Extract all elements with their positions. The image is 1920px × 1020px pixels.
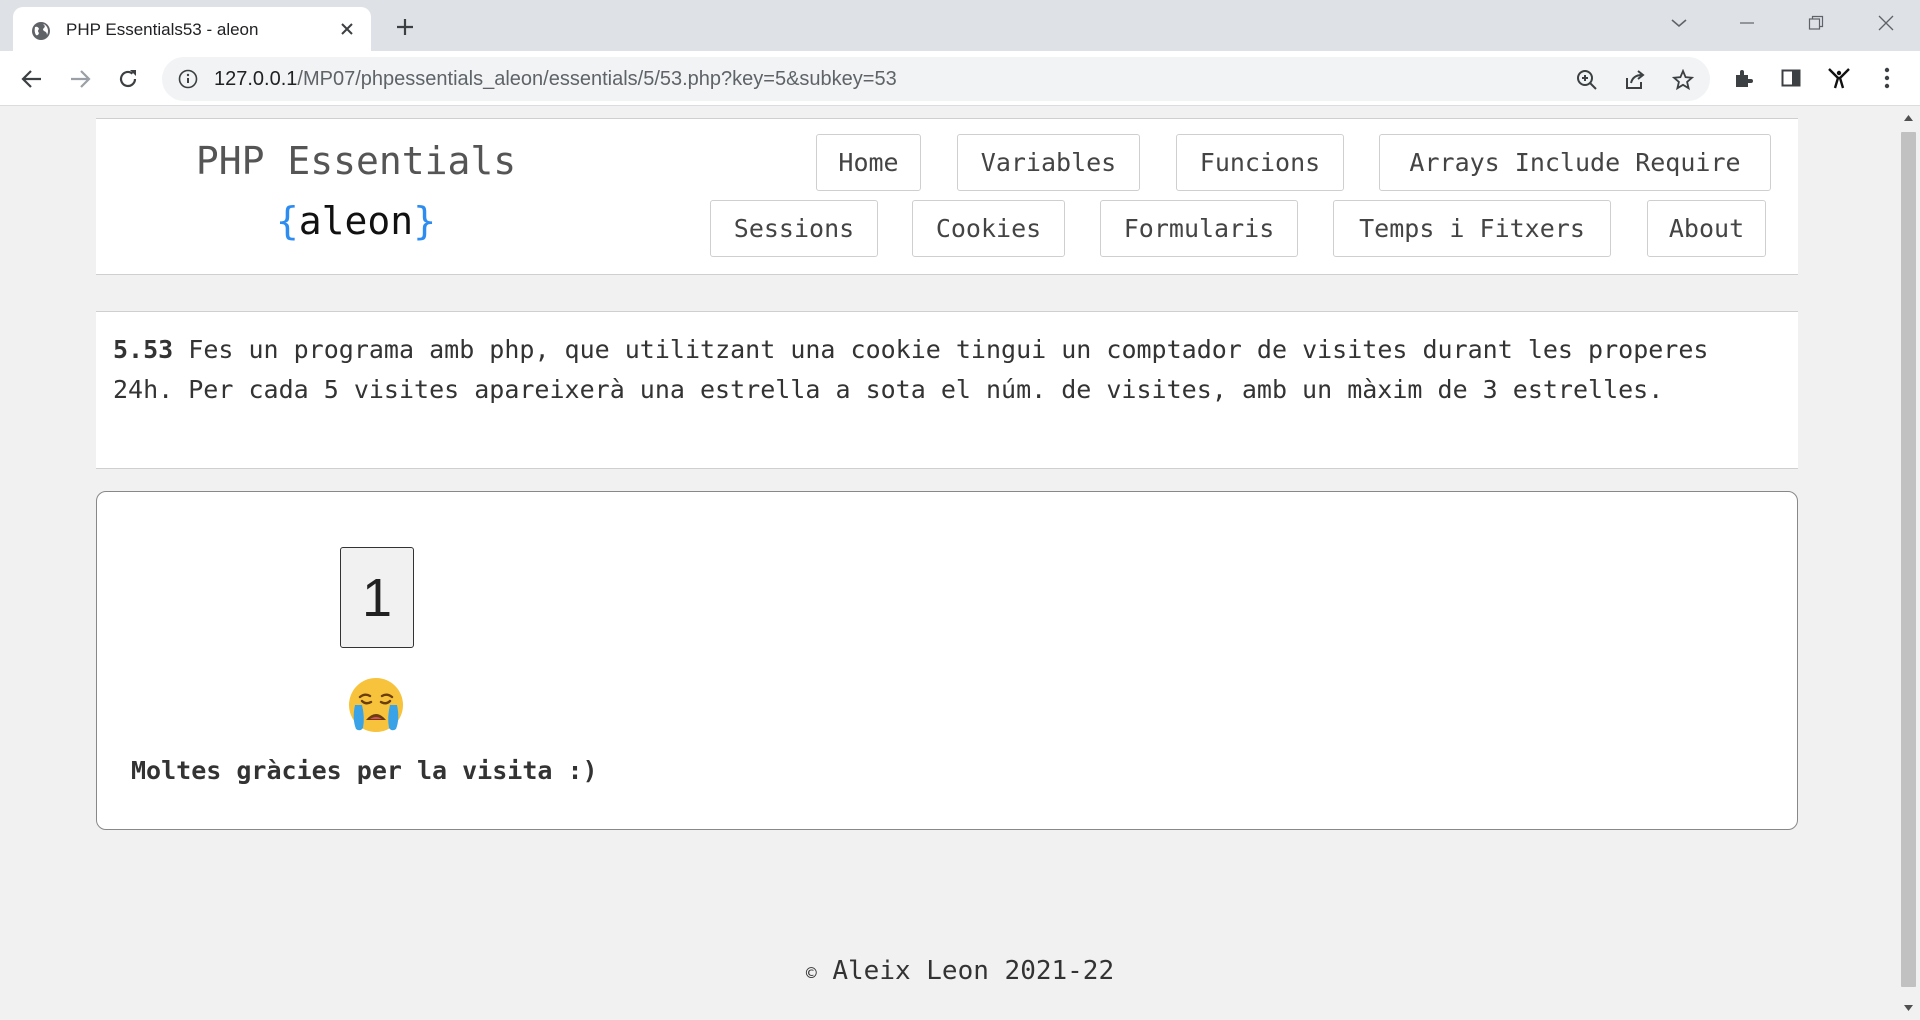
active-tab[interactable]: PHP Essentials53 - aleon [13,7,371,51]
result-panel: 1 Moltes gràcies per la visita :) [96,491,1798,830]
page-footer: © Aleix Leon 2021-22 [0,956,1897,986]
minimize-button[interactable] [1727,6,1767,40]
site-header: PHP Essentials {aleon} Home Variables Fu… [96,118,1798,275]
exercise-statement: 5.53 Fes un programa amb php, que utilit… [96,311,1798,469]
site-author: {aleon} [275,199,437,243]
nav-sessions-button[interactable]: Sessions [710,200,878,257]
nav-cookies-button[interactable]: Cookies [912,200,1065,257]
nav-about-button[interactable]: About [1647,200,1766,257]
info-icon[interactable] [178,69,198,89]
visit-counter: 1 [340,547,414,648]
exercise-number: 5.53 [113,335,174,364]
bookmark-star-icon[interactable] [1670,67,1696,93]
globe-icon [32,22,50,40]
footer-text: Aleix Leon 2021-22 [816,956,1115,986]
crying-face-icon [349,678,403,732]
address-bar[interactable]: 127.0.0.1/MP07/phpessentials_aleon/essen… [162,57,1710,101]
tab-search-icon[interactable] [1659,6,1699,40]
browser-toolbar: 127.0.0.1/MP07/phpessentials_aleon/essen… [0,51,1920,106]
exercise-text: Fes un programa amb php, que utilitzant … [113,335,1709,404]
share-icon[interactable] [1622,67,1648,93]
profile-avatar-icon[interactable] [1824,63,1854,93]
reload-button[interactable] [113,64,143,94]
thanks-message: Moltes gràcies per la visita :) [131,756,598,785]
nav-funcions-button[interactable]: Funcions [1176,134,1344,191]
back-button[interactable] [17,64,47,94]
new-tab-button[interactable] [390,12,420,42]
tab-strip: PHP Essentials53 - aleon [0,0,1920,51]
scrollbar-thumb[interactable] [1901,132,1916,987]
nav-formularis-button[interactable]: Formularis [1100,200,1298,257]
nav-temps-i-fitxers-button[interactable]: Temps i Fitxers [1333,200,1611,257]
url-text[interactable]: 127.0.0.1/MP07/phpessentials_aleon/essen… [214,68,897,91]
zoom-icon[interactable] [1574,67,1600,93]
nav-variables-button[interactable]: Variables [957,134,1140,191]
side-panel-icon[interactable] [1776,63,1806,93]
extensions-icon[interactable] [1729,63,1759,93]
tab-title: PHP Essentials53 - aleon [66,20,259,39]
nav-home-button[interactable]: Home [816,134,921,191]
copyright-symbol: © [805,963,817,984]
nav-arrays-include-require-button[interactable]: Arrays Include Require [1379,134,1771,191]
close-tab-icon[interactable] [335,17,359,41]
restore-button[interactable] [1796,6,1836,40]
scroll-up-arrow-icon[interactable] [1902,113,1915,123]
vertical-scrollbar[interactable] [1897,106,1920,1020]
more-menu-icon[interactable] [1872,63,1902,93]
page-viewport: PHP Essentials {aleon} Home Variables Fu… [0,106,1897,1020]
close-window-button[interactable] [1866,6,1906,40]
forward-button[interactable] [65,64,95,94]
site-title: PHP Essentials [195,139,517,183]
scroll-down-arrow-icon[interactable] [1902,1003,1915,1013]
